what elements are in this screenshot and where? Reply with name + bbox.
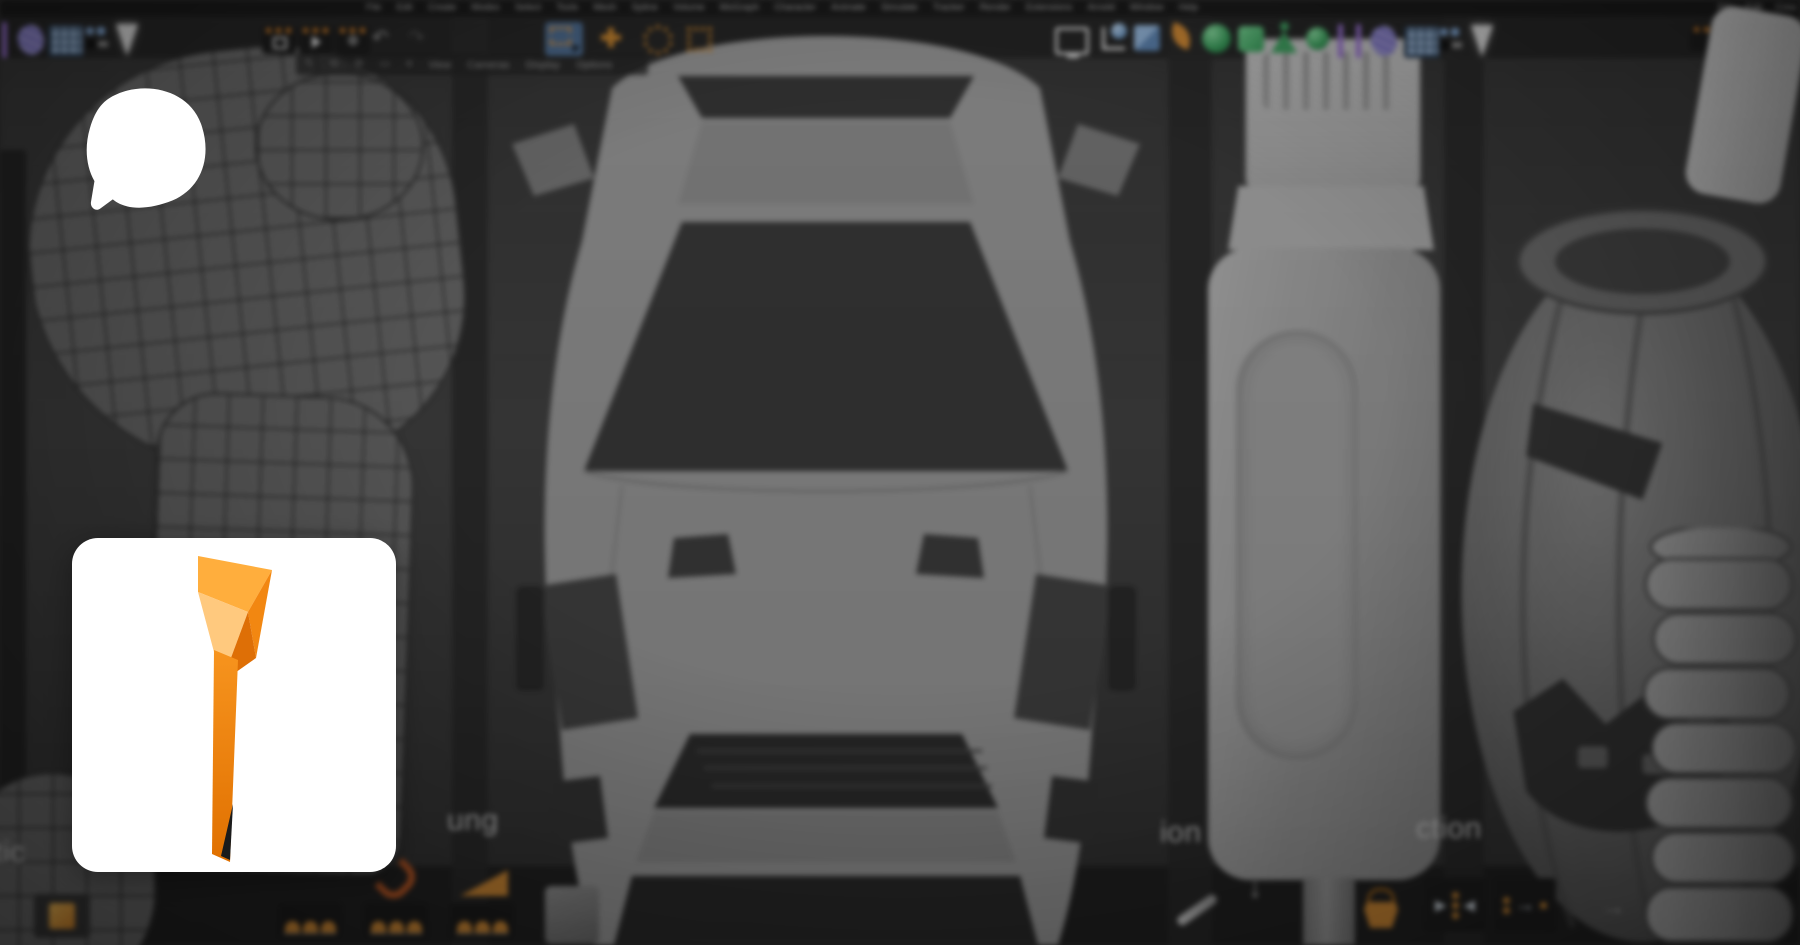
- pen-tool-icon-2[interactable]: [1338, 24, 1343, 58]
- deformer-icon[interactable]: [1238, 26, 1264, 52]
- menu-item-render[interactable]: Render: [980, 2, 1011, 13]
- ramp-tool-icon[interactable]: [460, 870, 508, 896]
- simulation-sphere-icon[interactable]: [1306, 27, 1329, 50]
- mini-tools-icon[interactable]: [84, 26, 110, 52]
- undo-icon[interactable]: ↶: [372, 28, 389, 48]
- subdivision-surface-icon[interactable]: [1202, 24, 1231, 53]
- connector-contacts: [1263, 52, 1401, 110]
- creator-logo: [192, 554, 285, 866]
- modeling-axis-icon[interactable]: [1102, 27, 1125, 50]
- cube-primitive-icon[interactable]: [1134, 25, 1160, 51]
- menu-item-edit[interactable]: Edit: [396, 2, 412, 13]
- right-arrow-icon[interactable]: →: [1600, 893, 1626, 919]
- car-model-top-view: [482, 26, 1170, 945]
- car-mirror-right: [1058, 124, 1140, 196]
- car-rear-window: [678, 76, 974, 118]
- array-brush-icon-1[interactable]: [278, 903, 342, 939]
- cube-object-button[interactable]: [34, 894, 90, 938]
- menu-item-character[interactable]: Character: [774, 2, 816, 13]
- rotate-tool-icon[interactable]: [643, 25, 673, 55]
- car-hood-vent-left: [668, 534, 736, 578]
- pen-tool-icon[interactable]: [2, 22, 7, 58]
- creator-logo-card: [72, 538, 396, 872]
- down-arrow-icon[interactable]: ↓: [1248, 874, 1262, 902]
- redo-icon[interactable]: ↷: [408, 28, 425, 48]
- mini-tools-icon-2[interactable]: [1438, 27, 1464, 53]
- array-brush-icon-2[interactable]: [364, 903, 428, 939]
- view-frame-icon[interactable]: ▭: [380, 59, 390, 70]
- menu-item-file[interactable]: File: [366, 2, 381, 13]
- viewport-menu-options[interactable]: Options: [576, 59, 612, 71]
- matrix-grid-icon[interactable]: [48, 25, 84, 57]
- pen-tool-icon-3[interactable]: [1356, 24, 1361, 58]
- bucket-tool-icon[interactable]: [1364, 888, 1398, 928]
- viewport-menu-display[interactable]: Display: [526, 59, 560, 71]
- menu-item-select[interactable]: Select: [515, 2, 541, 13]
- menu-item-window[interactable]: Window: [1130, 2, 1164, 13]
- viewport-render-icon[interactable]: [1055, 27, 1089, 55]
- hamburger-icon[interactable]: ≡: [406, 59, 412, 70]
- menu-item-create-2[interactable]: Crea: [1775, 2, 1796, 13]
- menu-item-simulate[interactable]: Simulate: [881, 2, 918, 13]
- move-tool-icon[interactable]: ✚: [600, 25, 622, 51]
- menu-item-modes[interactable]: Modes: [471, 2, 500, 13]
- caption-fragment-center: ion: [1160, 816, 1202, 850]
- connector-body: [1208, 248, 1440, 880]
- car-lower-intake: [614, 876, 1038, 945]
- viewport-menu-view[interactable]: View: [428, 59, 451, 71]
- menu-item-animate[interactable]: Animate: [831, 2, 866, 13]
- menu-item-extensions[interactable]: Extensions: [1026, 2, 1072, 13]
- render-settings-button[interactable]: ⚙: [336, 26, 370, 54]
- menu-item-tracker[interactable]: Tracker: [933, 2, 965, 13]
- connector-collar: [1228, 186, 1434, 250]
- menu-item-volume[interactable]: Volume: [673, 2, 705, 13]
- menu-item-create[interactable]: Create: [428, 2, 457, 13]
- spotlight-icon[interactable]: [116, 24, 138, 56]
- connector-cable: [1303, 878, 1355, 945]
- matrix-grid-icon-2[interactable]: [1404, 26, 1440, 58]
- menu-item-mesh[interactable]: Mesh: [593, 2, 616, 13]
- push-together-icon[interactable]: ▶ ◀: [1424, 878, 1486, 932]
- live-selection-tool[interactable]: ➤: [545, 22, 583, 56]
- cube-model: [545, 886, 599, 944]
- patreon-logo: [83, 84, 209, 214]
- render-view-button[interactable]: [262, 26, 296, 54]
- menu-item-help[interactable]: Help: [1179, 2, 1199, 13]
- collage-seam: [1168, 16, 1212, 945]
- connector-inset: [1236, 330, 1358, 760]
- view-back-icon[interactable]: ↰: [304, 59, 313, 70]
- menu-item-spline[interactable]: Spline: [632, 2, 658, 13]
- wireframe-model-knuckle: [255, 72, 424, 221]
- caption-fragment-bottom-left: tic: [0, 836, 26, 870]
- banner-stage: File Edit Create Modes Select Tools Mesh…: [0, 0, 1800, 945]
- menu-item-mograph[interactable]: MoGraph: [720, 2, 760, 13]
- viewport-menu-cameras[interactable]: Cameras: [467, 59, 510, 71]
- caption-fragment-right: ction: [1416, 812, 1482, 846]
- view-orbit-icon[interactable]: ⟲: [329, 59, 338, 70]
- left-panel-edge: [0, 150, 26, 866]
- character-icon[interactable]: [1271, 22, 1297, 53]
- car-grille: [654, 734, 998, 808]
- view-pan-icon[interactable]: ⟳: [354, 59, 363, 70]
- menu-item-tools[interactable]: Tools: [556, 2, 578, 13]
- menu-item-arnold[interactable]: Arnold: [1087, 2, 1114, 13]
- caption-fragment-left: ung: [447, 804, 499, 838]
- scale-tool-icon[interactable]: [687, 27, 712, 52]
- viewport-menu: ↰ ⟲ ⟳ ▭ ≡ View Cameras Display Options: [296, 54, 648, 75]
- car-hood-vent-right: [916, 534, 984, 578]
- car-mirror-left: [512, 124, 594, 196]
- connector-tip: [1245, 38, 1421, 192]
- menubar: File Edit Create Modes Select Tools Mesh…: [366, 2, 1198, 13]
- render-picture-viewer-button[interactable]: [299, 26, 333, 54]
- spotlight-icon-2[interactable]: [1471, 25, 1493, 57]
- rope-coil-model: [1638, 528, 1800, 945]
- array-brush-icon-3[interactable]: [450, 903, 514, 939]
- spread-apart-icon[interactable]: →: [1494, 878, 1556, 932]
